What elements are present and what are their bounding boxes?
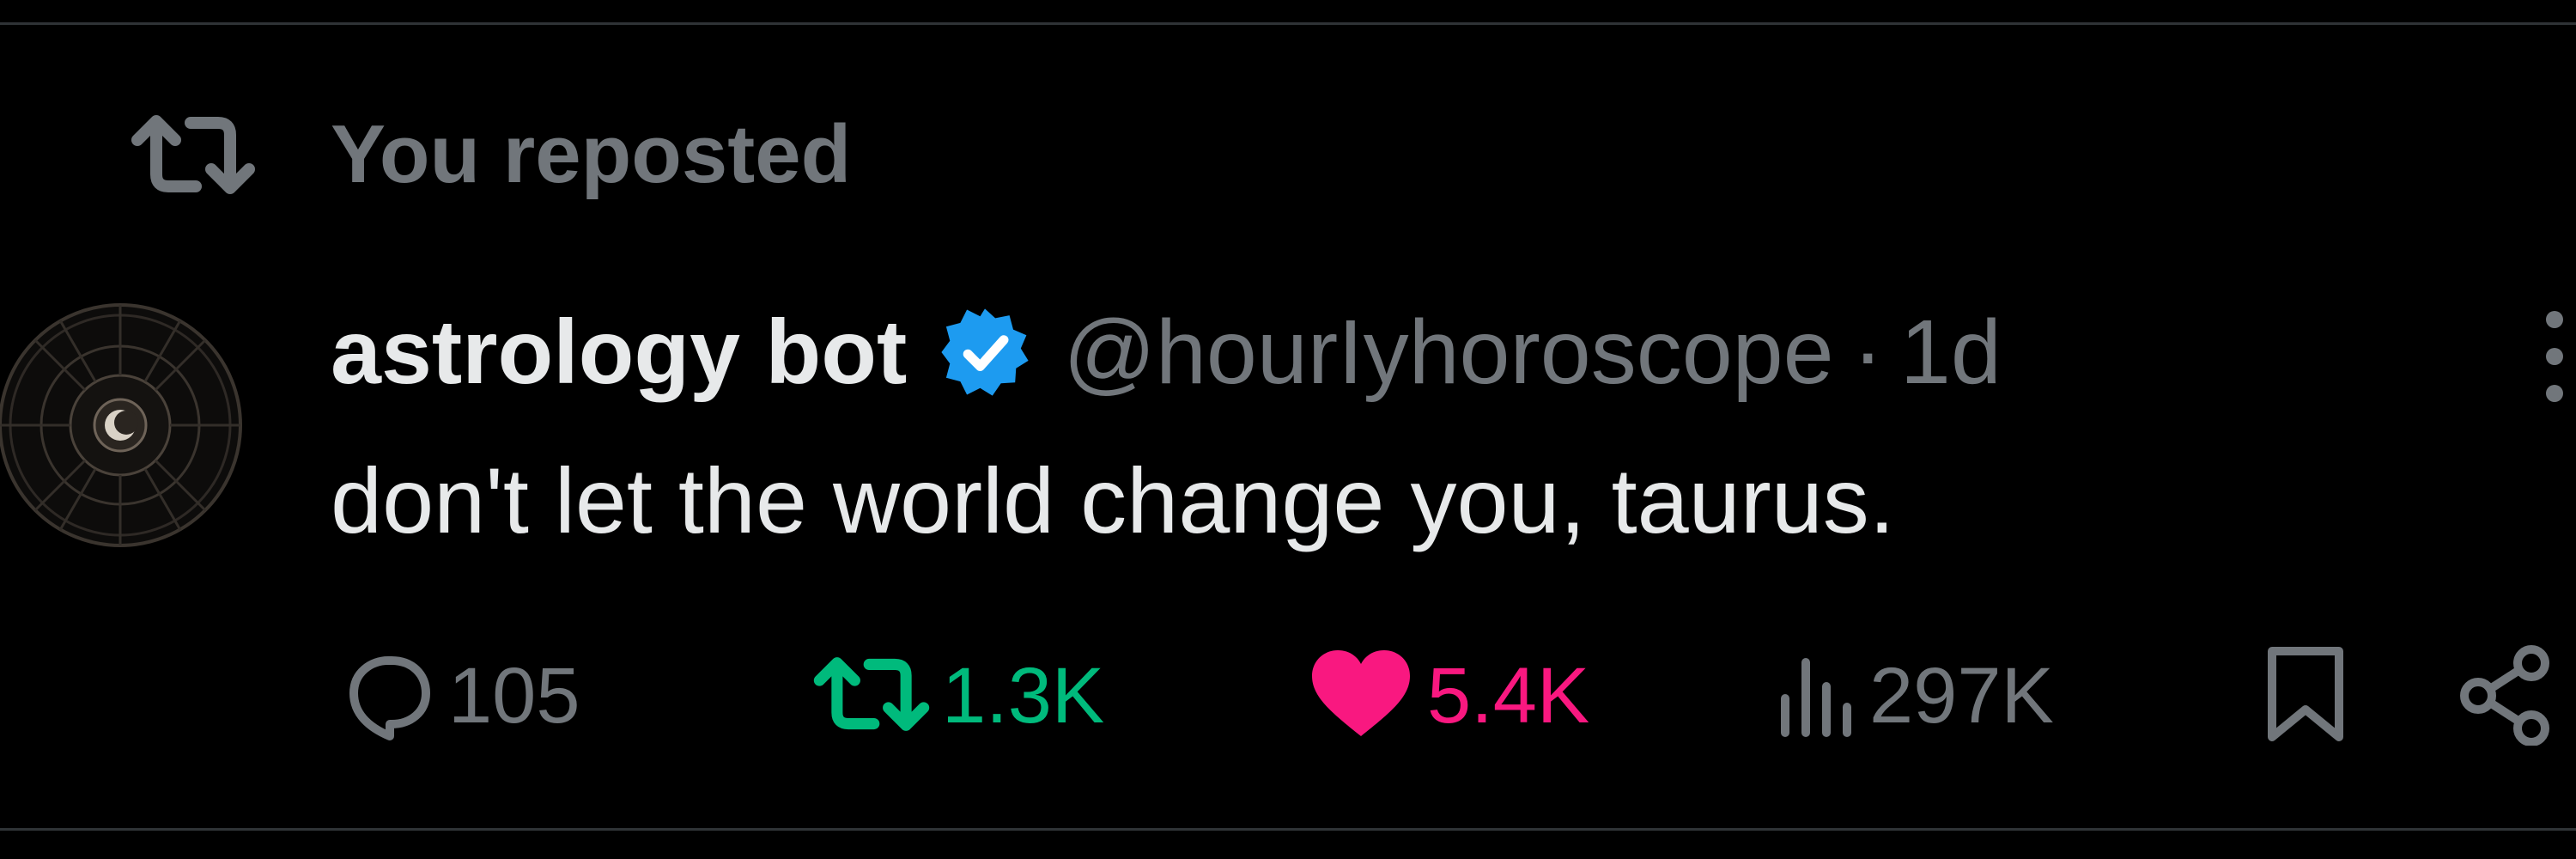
repost-context: You reposted [129,103,851,206]
share-icon [2456,643,2559,750]
repost-context-text: You reposted [331,108,852,200]
bottom-divider [0,828,2576,831]
zodiac-wheel-avatar [0,296,249,554]
heart-icon [1305,647,1417,746]
reply-icon [335,647,438,746]
views-icon [1773,647,1859,746]
views-button[interactable]: 297K [1773,640,2054,752]
bookmark-icon [2258,643,2353,750]
display-name[interactable]: astrology bot [331,301,907,405]
handle[interactable]: @hourIyhoroscope [1063,301,1833,405]
repost-icon [129,103,258,206]
bookmark-button[interactable] [2258,640,2353,752]
tweet-header: astrology bot @hourIyhoroscope · 1d [331,292,2002,412]
top-divider [0,22,2576,25]
verified-badge-icon[interactable] [938,305,1032,399]
avatar[interactable] [0,296,249,554]
more-options-button[interactable] [2533,309,2576,404]
like-button[interactable]: 5.4K [1305,640,1589,752]
timestamp[interactable]: 1d [1900,301,2002,405]
reply-count: 105 [448,651,580,740]
views-count: 297K [1869,651,2054,740]
repost-count: 1.3K [942,651,1105,740]
like-count: 5.4K [1427,651,1590,740]
share-button[interactable] [2456,640,2559,752]
repost-icon [811,647,932,746]
repost-button[interactable]: 1.3K [811,640,1104,752]
more-icon [2546,311,2563,402]
reply-button[interactable]: 105 [335,640,580,752]
tweet-text: don't let the world change you, taurus. [331,448,1895,552]
separator-dot: · [1852,301,1883,403]
